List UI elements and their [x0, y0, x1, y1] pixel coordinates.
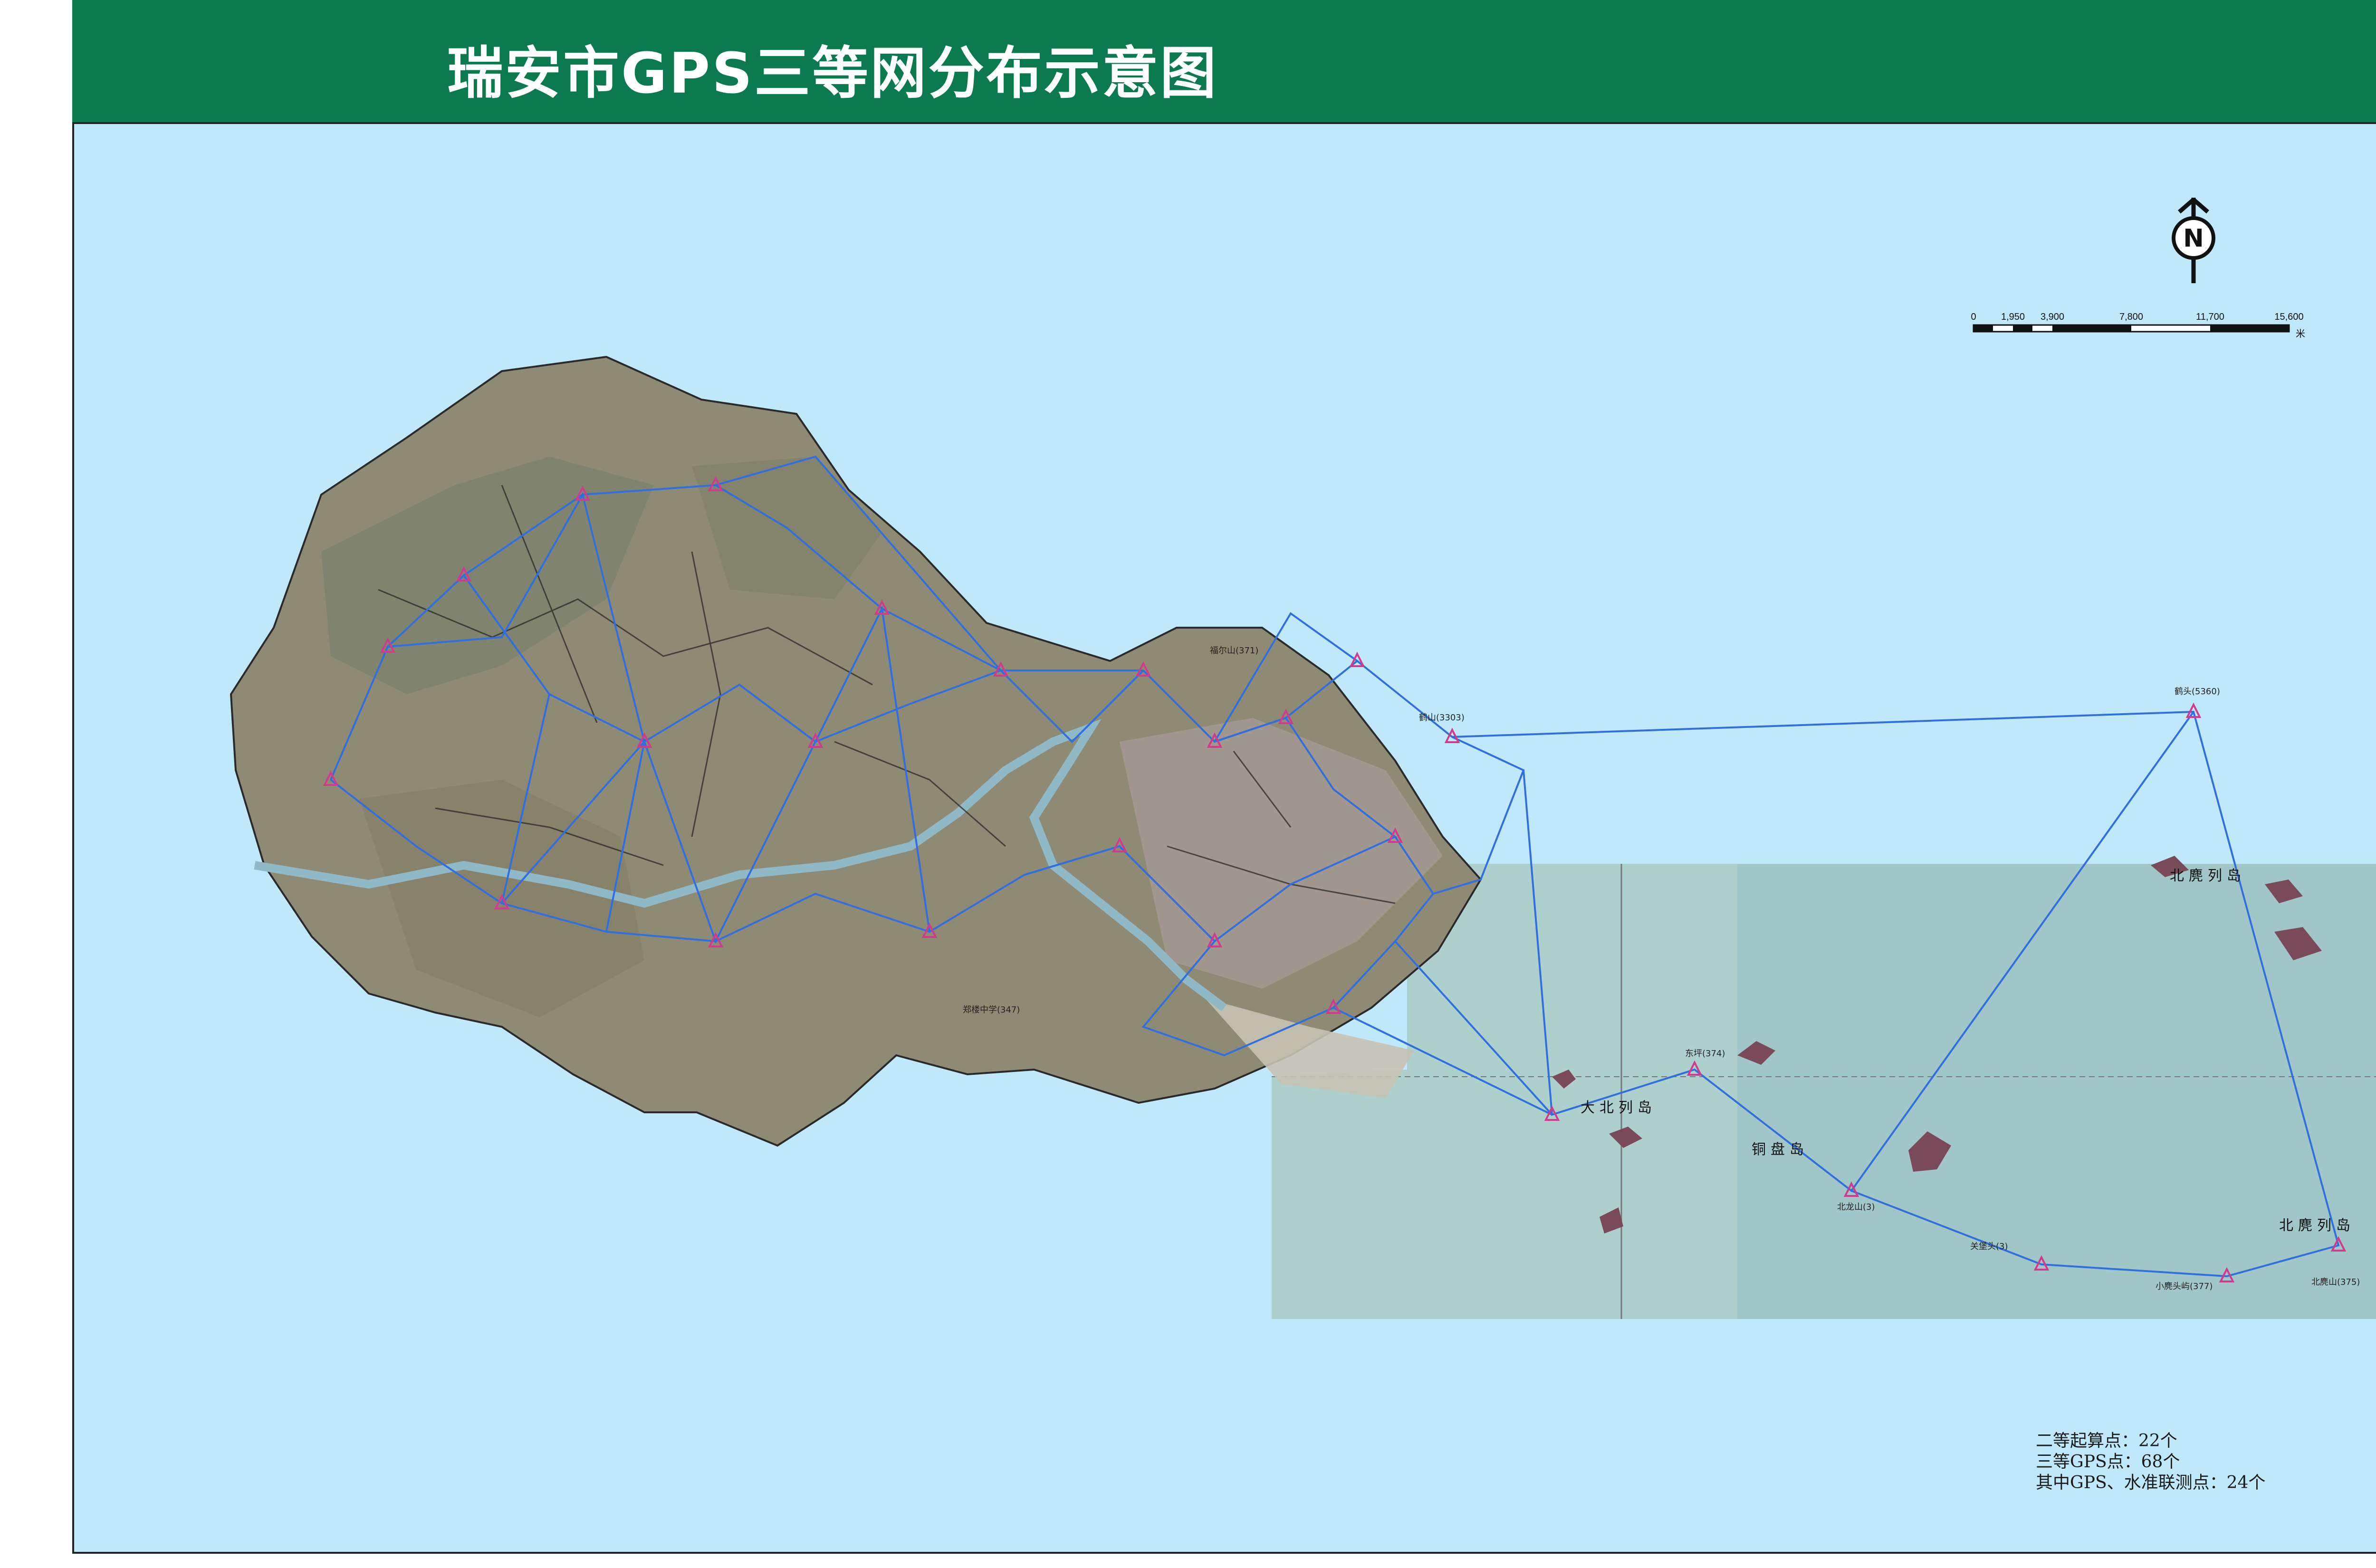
title-bar: 瑞安市GPS三等网分布示意图 — [72, 0, 2376, 122]
station-label: 郑楼中学(347) — [963, 1005, 1020, 1015]
map-frame: 福尔山(371) 鹤头(5360) 鹤山(3303) 郑楼中学(347) 北龙山… — [72, 122, 2376, 1554]
map-title: 瑞安市GPS三等网分布示意图 — [447, 40, 1218, 106]
region-label: 北麂列岛 — [2279, 1217, 2355, 1234]
scale-tick-label: 3,900 — [2040, 312, 2065, 322]
scale-bar: 0 1,950 3,900 7,800 11,700 15,600 米 — [1968, 312, 2348, 350]
region-label: 大北列岛 — [1581, 1100, 1657, 1116]
station-label: 东坪(374) — [1685, 1049, 1725, 1059]
scale-tick-label: 0 — [1971, 312, 1976, 322]
station-label: 鹤头(5360) — [2175, 687, 2220, 697]
north-arrow-icon: N — [2172, 198, 2215, 283]
scale-unit: 米 — [2296, 329, 2305, 339]
scale-tick-label: 7,800 — [2119, 312, 2144, 322]
station-label: 北麂山(375) — [2311, 1277, 2360, 1287]
region-label: 北麂列岛 — [2170, 868, 2246, 884]
scale-tick-label: 1,950 — [2001, 312, 2025, 322]
north-label: N — [2183, 224, 2204, 253]
scale-tick-label: 11,700 — [2196, 312, 2224, 322]
region-label: 铜盘岛 — [1752, 1141, 1809, 1158]
station-label: 北龙山(3) — [1837, 1202, 1875, 1212]
scale-tick-label: 15,600 — [2274, 312, 2304, 322]
station-label: 鹤山(3303) — [1419, 713, 1465, 723]
station-label: 关堡头(3) — [1970, 1242, 2008, 1252]
legend-leveling-points: 其中GPS、水准联测点：24个 — [2036, 1473, 2266, 1492]
station-label: 小麂头屿(377) — [2156, 1281, 2213, 1291]
station-label: 福尔山(371) — [1210, 646, 1258, 656]
